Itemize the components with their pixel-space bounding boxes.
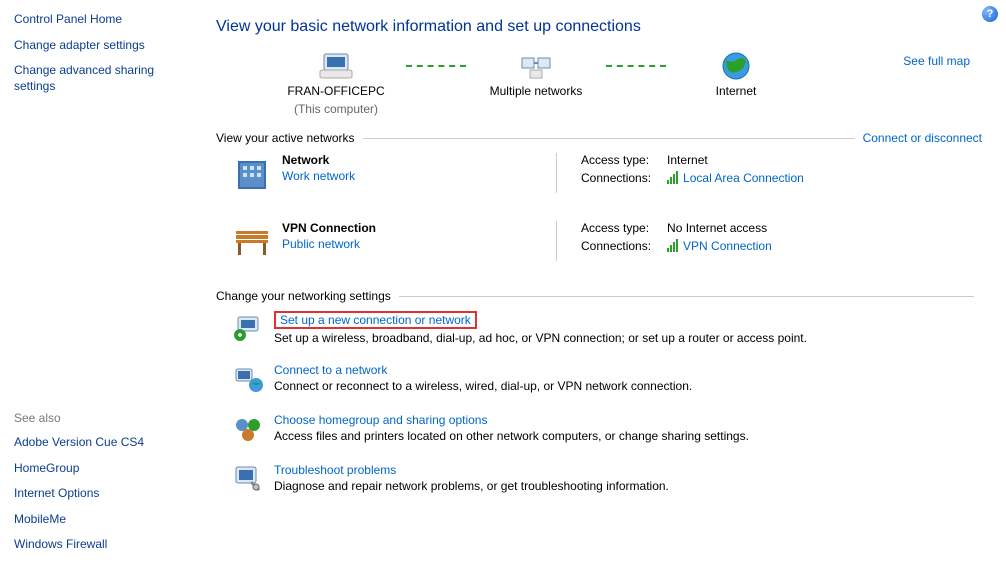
networks-icon bbox=[518, 50, 554, 82]
office-building-icon bbox=[232, 153, 272, 193]
signal-icon bbox=[667, 171, 679, 185]
homegroup-desc: Access files and printers located on oth… bbox=[274, 429, 749, 443]
divider bbox=[556, 153, 557, 193]
sidebar-link-internet-options[interactable]: Internet Options bbox=[14, 486, 196, 502]
active-networks-header: View your active networks Connect or dis… bbox=[216, 131, 982, 145]
homegroup-link[interactable]: Choose homegroup and sharing options bbox=[274, 413, 487, 427]
map-node-this-computer: FRAN-OFFICEPC (This computer) bbox=[266, 50, 406, 117]
sidebar-link-adobe-version-cue[interactable]: Adobe Version Cue CS4 bbox=[14, 435, 196, 451]
network-type-link[interactable]: Work network bbox=[282, 169, 355, 183]
settings-list: Set up a new connection or network Set u… bbox=[216, 311, 982, 495]
connection-link-vpn[interactable]: VPN Connection bbox=[667, 239, 772, 253]
connections-label: Connections: bbox=[581, 171, 651, 185]
help-icon[interactable]: ? bbox=[982, 6, 998, 22]
setting-troubleshoot: Troubleshoot problems Diagnose and repai… bbox=[232, 463, 982, 495]
connections-label: Connections: bbox=[581, 239, 651, 253]
sidebar-link-homegroup[interactable]: HomeGroup bbox=[14, 461, 196, 477]
sidebar-link-mobileme[interactable]: MobileMe bbox=[14, 512, 196, 528]
network-name: VPN Connection bbox=[282, 221, 376, 235]
divider bbox=[363, 138, 855, 139]
highlight-box: Set up a new connection or network bbox=[274, 311, 477, 329]
homegroup-icon bbox=[232, 413, 264, 445]
troubleshoot-desc: Diagnose and repair network problems, or… bbox=[274, 479, 669, 493]
map-link-2 bbox=[606, 50, 666, 82]
setup-connection-link[interactable]: Set up a new connection or network bbox=[280, 313, 471, 327]
sidebar-top-links: Control Panel Home Change adapter settin… bbox=[14, 12, 196, 104]
connect-network-link[interactable]: Connect to a network bbox=[274, 363, 387, 377]
globe-icon bbox=[720, 50, 752, 82]
divider bbox=[399, 296, 974, 297]
sidebar-see-also: See also Adobe Version Cue CS4 HomeGroup… bbox=[14, 411, 196, 563]
setup-connection-icon bbox=[232, 311, 264, 343]
sidebar-link-control-panel-home[interactable]: Control Panel Home bbox=[14, 12, 196, 28]
access-type-value: No Internet access bbox=[667, 221, 772, 235]
connect-network-icon bbox=[232, 363, 264, 395]
divider bbox=[556, 221, 557, 261]
troubleshoot-icon bbox=[232, 463, 264, 495]
map-node-networks-name: Multiple networks bbox=[490, 84, 583, 100]
main-panel: ? View your basic network information an… bbox=[210, 0, 1006, 575]
connection-name: Local Area Connection bbox=[683, 171, 804, 185]
network-name: Network bbox=[282, 153, 355, 167]
park-bench-icon bbox=[232, 221, 272, 261]
access-type-label: Access type: bbox=[581, 153, 651, 167]
connect-network-desc: Connect or reconnect to a wireless, wire… bbox=[274, 379, 692, 393]
see-also-label: See also bbox=[14, 411, 196, 425]
connection-link-lan[interactable]: Local Area Connection bbox=[667, 171, 804, 185]
see-full-map-link[interactable]: See full map bbox=[903, 54, 970, 68]
change-settings-label: Change your networking settings bbox=[216, 289, 391, 303]
computer-icon bbox=[318, 50, 354, 82]
sidebar: Control Panel Home Change adapter settin… bbox=[0, 0, 210, 575]
map-link-1 bbox=[406, 50, 466, 82]
connection-name: VPN Connection bbox=[683, 239, 772, 253]
network-map: FRAN-OFFICEPC (This computer) Multiple n… bbox=[216, 50, 982, 117]
map-node-multiple-networks: Multiple networks bbox=[466, 50, 606, 100]
signal-icon bbox=[667, 239, 679, 253]
active-networks-label: View your active networks bbox=[216, 131, 355, 145]
connect-disconnect-link[interactable]: Connect or disconnect bbox=[863, 131, 982, 145]
sidebar-link-advanced-sharing[interactable]: Change advanced sharing settings bbox=[14, 63, 196, 94]
setup-connection-desc: Set up a wireless, broadband, dial-up, a… bbox=[274, 331, 807, 345]
map-node-computer-name: FRAN-OFFICEPC bbox=[287, 84, 384, 100]
network-row-vpn: VPN Connection Public network Access typ… bbox=[216, 221, 982, 261]
setting-homegroup: Choose homegroup and sharing options Acc… bbox=[232, 413, 982, 445]
troubleshoot-link[interactable]: Troubleshoot problems bbox=[274, 463, 396, 477]
map-node-computer-sub: (This computer) bbox=[294, 102, 378, 118]
map-node-internet: Internet bbox=[666, 50, 806, 100]
access-type-label: Access type: bbox=[581, 221, 651, 235]
page-title: View your basic network information and … bbox=[216, 18, 982, 36]
map-node-internet-name: Internet bbox=[716, 84, 757, 100]
setting-setup-connection: Set up a new connection or network Set u… bbox=[232, 311, 982, 345]
network-type-link[interactable]: Public network bbox=[282, 237, 360, 251]
network-row-work: Network Work network Access type: Intern… bbox=[216, 153, 982, 193]
sidebar-link-windows-firewall[interactable]: Windows Firewall bbox=[14, 537, 196, 553]
change-settings-header: Change your networking settings bbox=[216, 289, 982, 303]
setting-connect-network: Connect to a network Connect or reconnec… bbox=[232, 363, 982, 395]
sidebar-link-change-adapter[interactable]: Change adapter settings bbox=[14, 38, 196, 54]
access-type-value: Internet bbox=[667, 153, 804, 167]
